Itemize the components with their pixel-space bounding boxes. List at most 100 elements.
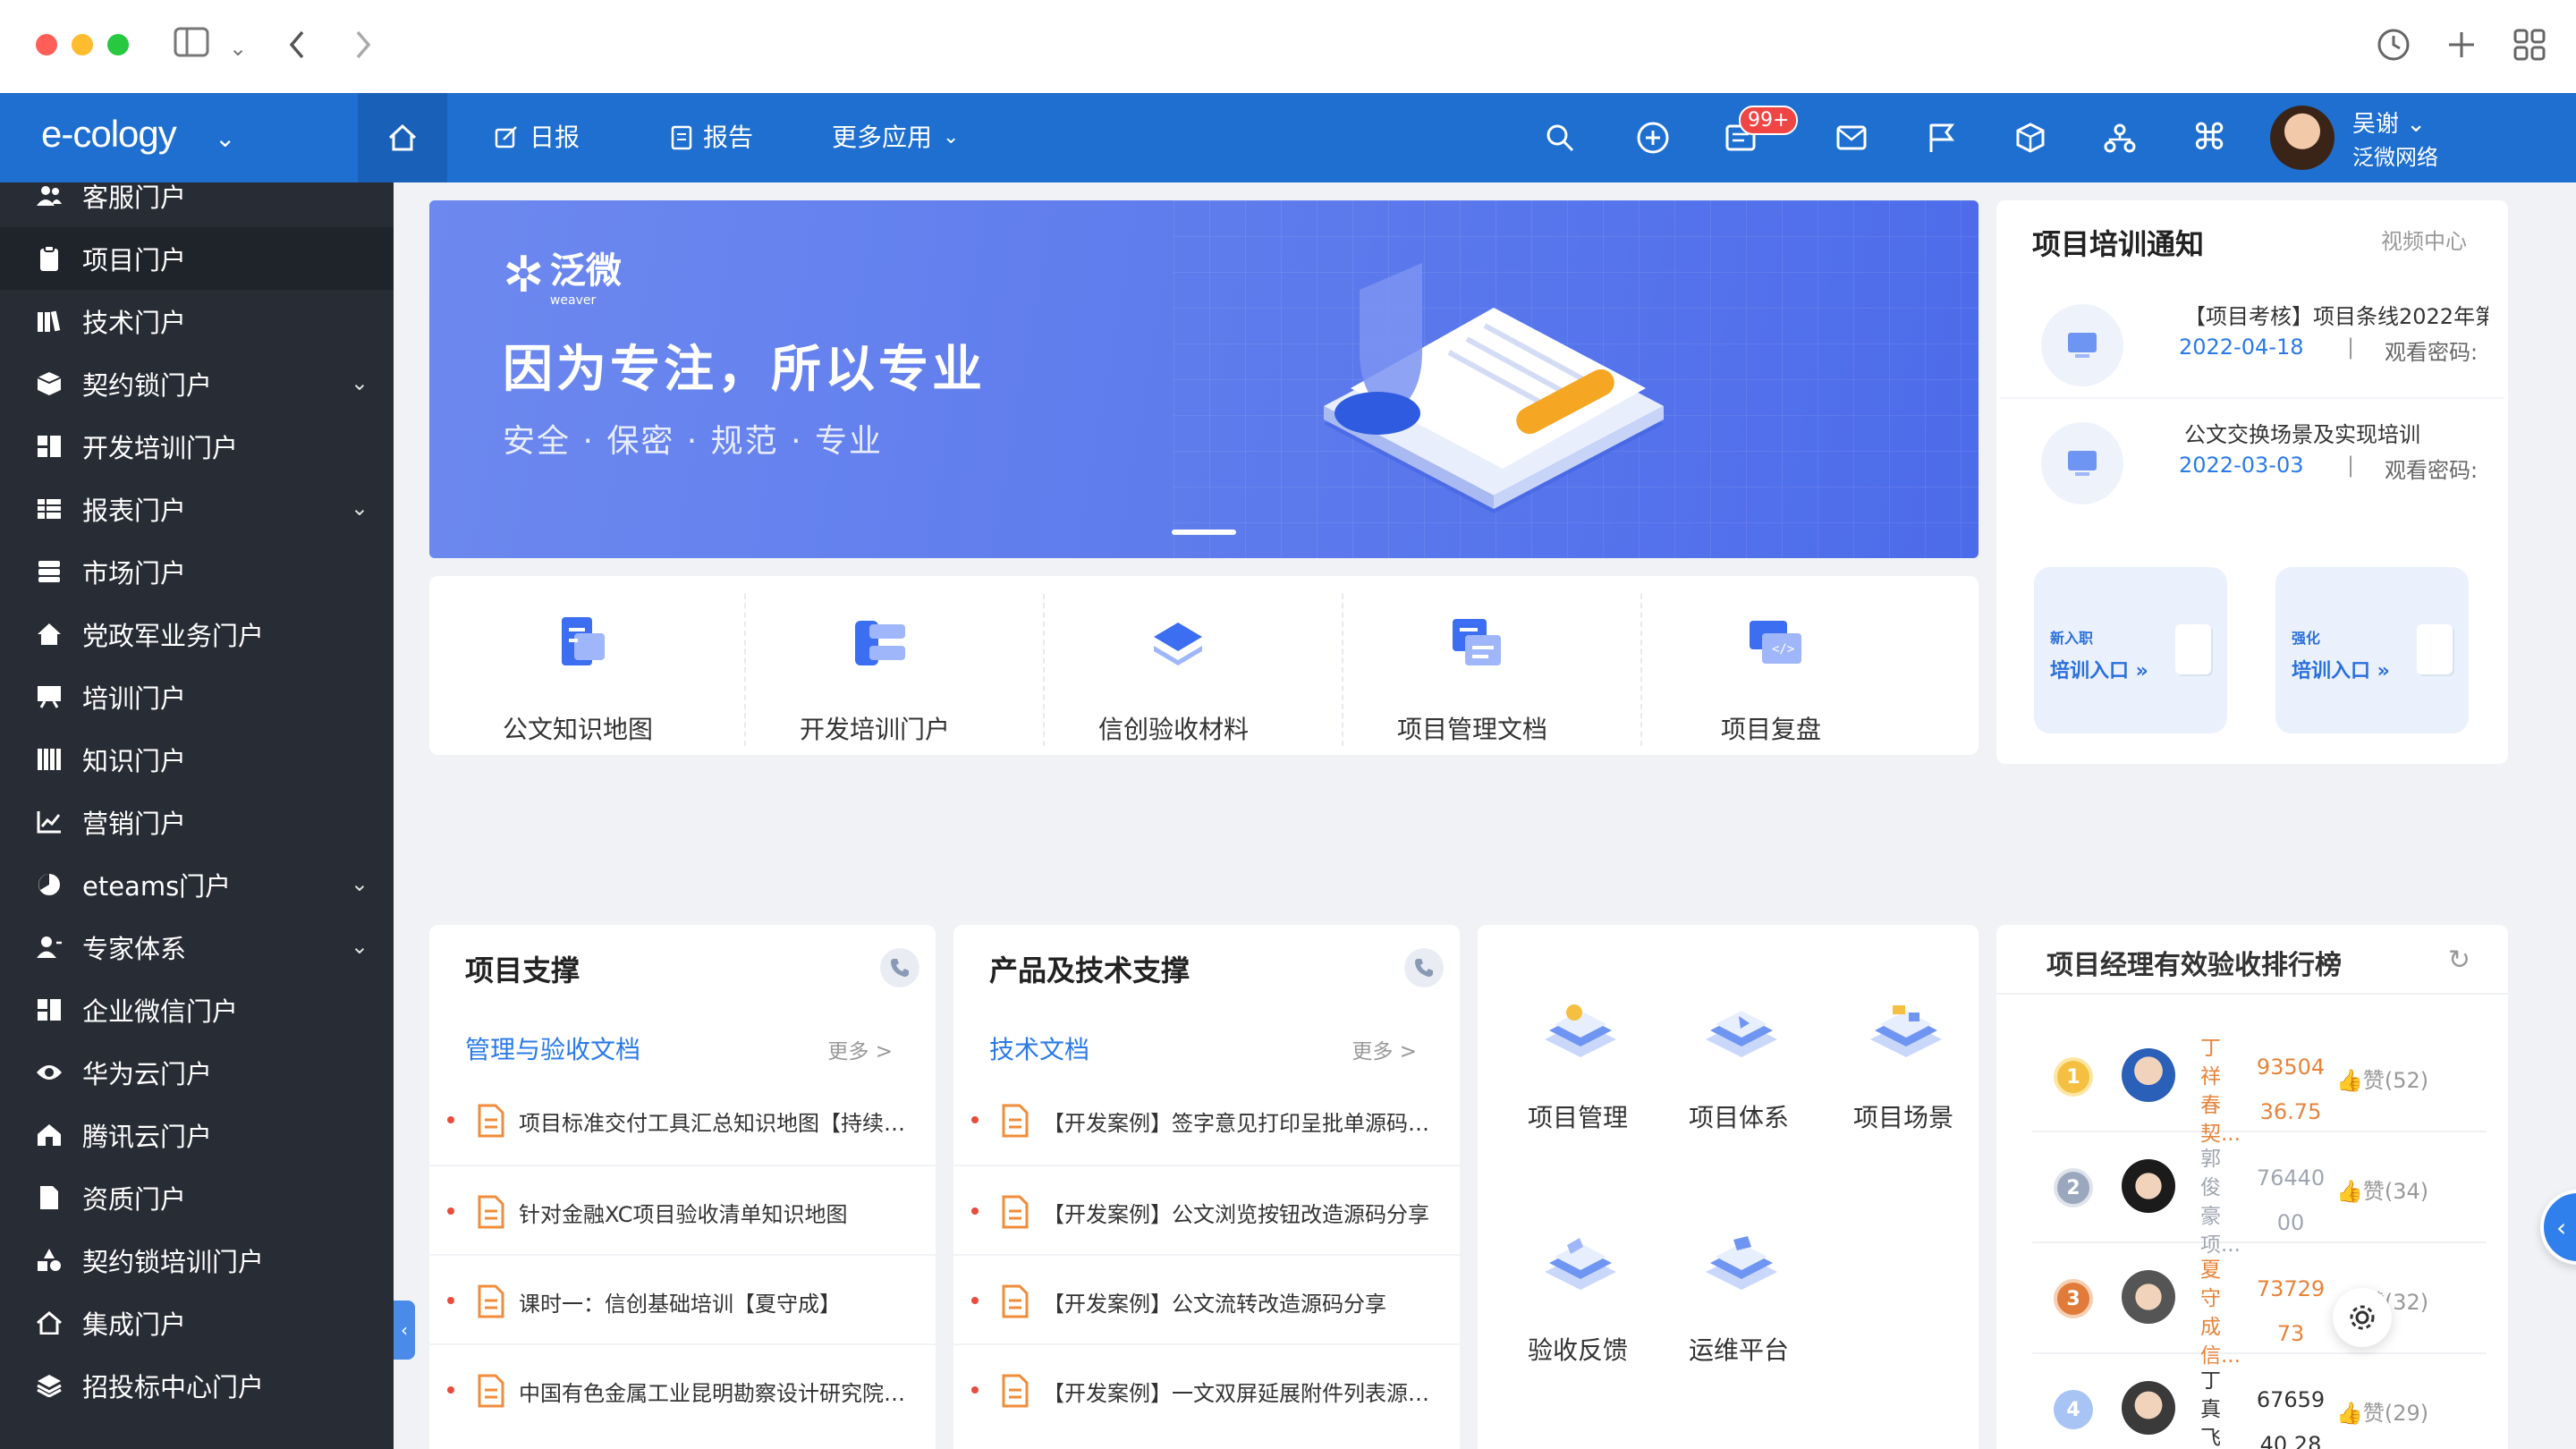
quick-link-doc-map[interactable]: 公文知识地图 — [429, 576, 726, 755]
sidebar-item-tech[interactable]: 技术门户 — [0, 290, 394, 352]
ranking-row[interactable]: 4 丁真飞上... 67659 40.28 👍赞(29) — [2032, 1354, 2487, 1449]
org-chart-icon[interactable] — [2102, 120, 2138, 156]
settings-gear-button[interactable] — [2333, 1288, 2392, 1347]
tab-overview-icon[interactable] — [2512, 27, 2547, 69]
sidebar-item-government[interactable]: 党政军业务门户 — [0, 603, 394, 665]
mail-icon[interactable] — [1834, 120, 1869, 156]
chevron-down-icon[interactable]: ⌄ — [215, 123, 235, 153]
new-tab-icon[interactable] — [2444, 27, 2479, 69]
app-project-management[interactable]: 项目管理 — [1497, 995, 1658, 1138]
panel-tab-management-docs[interactable]: 管理与验收文档 — [465, 1030, 640, 1066]
sidebar-item-contract-lock-training[interactable]: 契约锁培训门户 — [0, 1229, 394, 1292]
ranking-row[interactable]: 3 夏守成信... 73729 73 👍赞(32) — [2032, 1243, 2487, 1368]
sidebar-item-bidding[interactable]: 招投标中心门户 — [0, 1354, 394, 1417]
app-operations-platform[interactable]: 运维平台 — [1658, 1227, 1819, 1370]
quick-link-label: 项目管理文档 — [1396, 715, 1547, 744]
quick-link-xinchuang-materials[interactable]: 信创验收材料 — [1025, 576, 1322, 755]
doc-list-item[interactable]: 【开发案例】签字意见打印呈批单源码分享 — [953, 1075, 1460, 1165]
separator: | — [2347, 453, 2355, 478]
side-panel-toggle[interactable]: ‹ — [2540, 1190, 2576, 1265]
brand-logo[interactable]: e-cology — [41, 113, 177, 156]
refresh-icon[interactable]: ↻ — [2448, 945, 2470, 976]
quick-link-project-review[interactable]: </> 项目复盘 — [1623, 576, 1919, 755]
nav-more-apps[interactable]: 更多应用 ⌄ — [832, 120, 959, 156]
sidebar-item-contract-lock[interactable]: 契约锁门户 ⌄ — [0, 352, 394, 415]
sidebar-item-tencent-cloud[interactable]: 腾讯云门户 — [0, 1104, 394, 1166]
sidebar-item-project[interactable]: 项目门户 — [0, 227, 394, 290]
sidebar-item-customer-service[interactable]: 客服门户 — [0, 182, 394, 227]
doc-list-item[interactable]: 课时一：信创基础培训【夏守成】 — [429, 1254, 936, 1343]
sidebar-item-knowledge[interactable]: 知识门户 — [0, 728, 394, 791]
like-button[interactable]: 👍赞(52) — [2336, 1063, 2428, 1094]
sidebar-item-report[interactable]: 报表门户 ⌄ — [0, 478, 394, 540]
sidebar-item-marketing[interactable]: 营销门户 — [0, 791, 394, 853]
training-notice-item[interactable]: 【项目考核】项目条线2022年第1 2022-04-18 | 观看密码: — [1996, 281, 2508, 397]
training-notice-text: 公文交换场景及实现培训 — [2184, 422, 2420, 447]
home-tab[interactable] — [358, 93, 447, 182]
quick-link-dev-training[interactable]: 开发培训门户 — [726, 576, 1023, 755]
doc-title: 课时一：信创基础培训【夏守成】 — [519, 1292, 841, 1317]
app-acceptance-feedback[interactable]: 验收反馈 — [1497, 1227, 1658, 1370]
back-icon[interactable] — [286, 27, 308, 69]
doc-list-item[interactable]: 项目标准交付工具汇总知识地图【持续更新】 — [429, 1075, 936, 1165]
training-notice-item[interactable]: 公文交换场景及实现培训 2022-03-03 | 观看密码: — [1996, 399, 2508, 515]
phone-icon[interactable] — [1404, 948, 1444, 987]
cube-icon[interactable] — [2012, 120, 2048, 156]
entry-label: 培训入口 » — [2050, 660, 2148, 682]
doc-list-item[interactable]: 【开发案例】公文浏览按钮改造源码分享 — [953, 1165, 1460, 1254]
window-titlebar: ⌄ — [0, 0, 2576, 93]
advanced-training-entry[interactable]: 强化 培训入口 » — [2275, 567, 2469, 733]
history-icon[interactable] — [2376, 27, 2411, 69]
sidebar-item-experts[interactable]: 专家体系 ⌄ — [0, 916, 394, 979]
minimize-window-button[interactable] — [72, 34, 93, 55]
sidebar-collapse-toggle[interactable]: ‹ — [394, 1301, 415, 1360]
chevron-down-icon[interactable]: ⌄ — [351, 496, 369, 521]
carousel-indicator[interactable] — [1172, 530, 1236, 535]
video-center-link[interactable]: 视频中心 — [2381, 224, 2467, 255]
doc-list-item[interactable]: 【开发案例】一文双屏延展附件列表源码分享 — [953, 1343, 1460, 1433]
close-window-button[interactable] — [36, 34, 57, 55]
chevron-down-icon[interactable]: ⌄ — [351, 370, 369, 395]
like-button[interactable]: 👍赞(29) — [2336, 1395, 2428, 1427]
nav-report[interactable]: 报告 — [671, 120, 753, 156]
doc-title: 针对金融XC项目验收清单知识地图 — [519, 1202, 848, 1227]
doc-list-item[interactable]: 【开发案例】公文流转改造源码分享 — [953, 1254, 1460, 1343]
user-avatar[interactable] — [2270, 106, 2334, 170]
flag-icon[interactable] — [1923, 120, 1959, 156]
more-link[interactable]: 更多 > — [827, 1034, 893, 1064]
chevron-down-icon[interactable]: ⌄ — [351, 934, 369, 959]
sidebar-item-dev-training[interactable]: 开发培训门户 — [0, 415, 394, 478]
like-button[interactable]: 👍赞(34) — [2336, 1174, 2428, 1205]
sidebar-item-qualification[interactable]: 资质门户 — [0, 1166, 394, 1229]
sidebar-item-huawei-cloud[interactable]: 华为云门户 — [0, 1041, 394, 1104]
chevron-down-icon[interactable]: ⌄ — [351, 871, 369, 896]
forward-icon[interactable] — [352, 27, 374, 69]
rank-number: 2 — [2066, 1176, 2080, 1199]
app-project-system[interactable]: 项目体系 — [1658, 995, 1819, 1138]
add-icon[interactable] — [1635, 120, 1671, 156]
chevron-down-icon[interactable]: ⌄ — [229, 30, 247, 66]
users-icon — [36, 182, 63, 209]
app-project-scenario[interactable]: 项目场景 — [1823, 995, 1984, 1138]
panel-tab-tech-docs[interactable]: 技术文档 — [989, 1030, 1089, 1066]
sidebar-toggle-icon[interactable] — [174, 27, 209, 64]
user-name[interactable]: 吴谢 ⌄ — [2352, 106, 2426, 139]
command-icon[interactable]: ⌘ — [2191, 117, 2227, 158]
search-icon[interactable] — [1542, 120, 1578, 156]
quick-link-project-docs[interactable]: 项目管理文档 — [1324, 576, 1621, 755]
more-link[interactable]: 更多 > — [1352, 1034, 1417, 1064]
doc-list-item[interactable]: 中国有色金属工业昆明勘察设计研究院有限公司 — [429, 1343, 936, 1433]
nav-daily-report[interactable]: 日报 — [494, 120, 580, 156]
sidebar-item-integration[interactable]: 集成门户 — [0, 1292, 394, 1354]
sidebar-item-wechat-work[interactable]: 企业微信门户 — [0, 979, 394, 1041]
ranking-row[interactable]: 2 郭俊豪项... 76440 00 👍赞(34) — [2032, 1132, 2487, 1257]
zoom-window-button[interactable] — [107, 34, 129, 55]
sidebar-item-training[interactable]: 培训门户 — [0, 665, 394, 728]
sidebar-item-eteams[interactable]: eteams门户 ⌄ — [0, 853, 394, 916]
hero-banner[interactable]: ✲ 泛微 weaver 因为专注，所以专业 安全 · 保密 · 规范 · 专业 — [429, 200, 1979, 558]
doc-list-item[interactable]: 针对金融XC项目验收清单知识地图 — [429, 1165, 936, 1254]
sidebar-item-market[interactable]: 市场门户 — [0, 540, 394, 603]
phone-icon[interactable] — [880, 948, 919, 987]
ranking-row[interactable]: 1 丁祥春契... 93504 36.75 👍赞(52) — [2032, 1021, 2487, 1146]
new-hire-training-entry[interactable]: 新入职 培训入口 » — [2034, 567, 2227, 733]
